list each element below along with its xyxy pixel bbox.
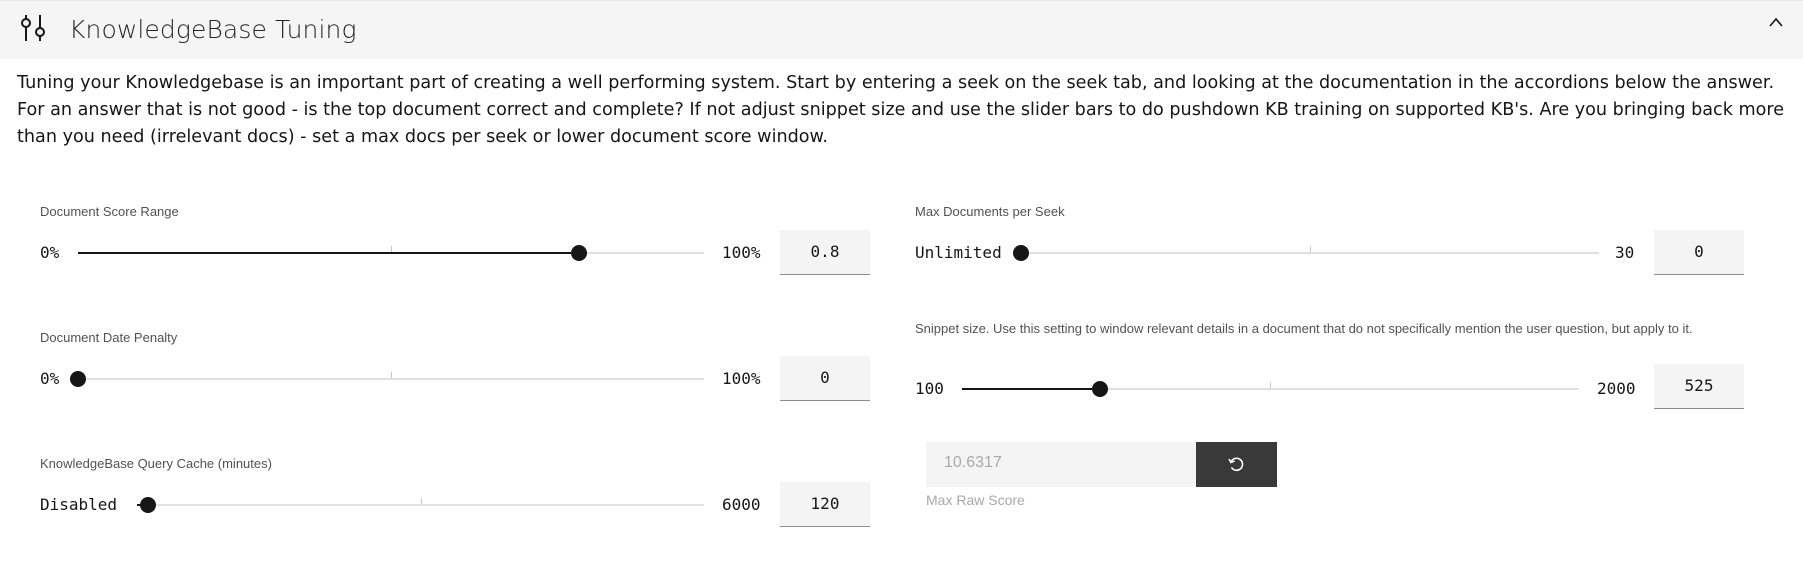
score-range-max-label: 100%	[722, 243, 761, 262]
tuning-description: Tuning your Knowledgebase is an importan…	[17, 73, 1785, 147]
reset-max-raw-score-button[interactable]	[1196, 442, 1277, 487]
query-cache-min-label: Disabled	[40, 495, 118, 514]
date-penalty-slider[interactable]	[70, 371, 704, 387]
slider-midpoint-tick	[421, 498, 422, 504]
accordion-title: KnowledgeBase Tuning	[69, 15, 357, 44]
max-docs-input[interactable]: 0	[1654, 230, 1744, 275]
max-docs-slider[interactable]	[1013, 245, 1599, 261]
chevron-up-icon[interactable]	[1768, 16, 1784, 28]
query-cache-thumb[interactable]	[140, 497, 157, 513]
max-docs-thumb[interactable]	[1013, 245, 1029, 261]
score-range-fill	[78, 252, 579, 254]
query-cache-slider[interactable]	[137, 497, 704, 513]
snippet-size-min-label: 100	[915, 379, 944, 398]
max-docs-min-label: Unlimited	[915, 243, 1002, 262]
date-penalty-max-label: 100%	[722, 369, 761, 388]
date-penalty-label: Document Date Penalty	[40, 330, 178, 345]
query-cache-max-label: 6000	[722, 495, 761, 514]
max-docs-label: Max Documents per Seek	[915, 204, 1065, 219]
max-raw-score-label: Max Raw Score	[926, 492, 1025, 508]
snippet-size-thumb[interactable]	[1092, 381, 1109, 397]
snippet-size-slider[interactable]	[962, 381, 1579, 397]
score-range-label: Document Score Range	[40, 204, 179, 219]
score-range-slider[interactable]	[78, 245, 704, 261]
date-penalty-input[interactable]: 0	[780, 356, 870, 401]
sliders-icon	[21, 15, 45, 41]
snippet-size-fill	[962, 388, 1101, 390]
date-penalty-thumb[interactable]	[70, 371, 86, 387]
snippet-size-max-label: 2000	[1597, 379, 1636, 398]
query-cache-label: KnowledgeBase Query Cache (minutes)	[40, 456, 272, 471]
accordion-header[interactable]: KnowledgeBase Tuning	[0, 0, 1803, 59]
snippet-size-input[interactable]: 525	[1654, 364, 1744, 409]
slider-midpoint-tick	[391, 372, 392, 378]
slider-midpoint-tick	[1310, 246, 1311, 252]
snippet-size-label: Snippet size. Use this setting to window…	[915, 321, 1693, 336]
date-penalty-min-label: 0%	[40, 369, 60, 388]
score-range-min-label: 0%	[40, 243, 60, 262]
max-raw-score-value: 10.6317	[944, 454, 1002, 471]
max-raw-score-field: 10.6317	[926, 442, 1196, 487]
max-docs-max-label: 30	[1615, 243, 1635, 262]
query-cache-input[interactable]: 120	[780, 482, 870, 527]
score-range-input[interactable]: 0.8	[780, 230, 870, 275]
reset-icon	[1228, 457, 1244, 472]
slider-midpoint-tick	[391, 246, 392, 252]
score-range-thumb[interactable]	[570, 245, 587, 261]
slider-midpoint-tick	[1270, 382, 1271, 388]
